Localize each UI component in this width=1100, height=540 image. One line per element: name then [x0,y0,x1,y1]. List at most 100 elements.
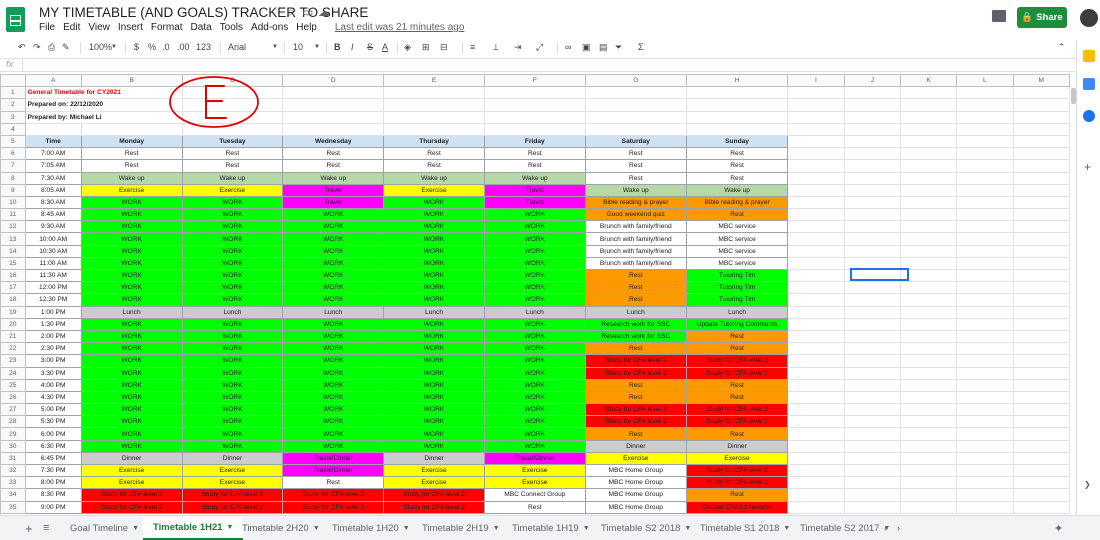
cell[interactable] [787,342,845,356]
timetable-cell[interactable]: WORK [483,220,586,234]
cell[interactable] [1012,305,1070,319]
cell[interactable] [899,244,958,258]
timetable-cell[interactable]: WORK [383,342,485,356]
cell[interactable] [899,293,958,307]
link-icon[interactable]: ∞ [565,42,571,52]
cell[interactable] [843,195,901,210]
timetable-cell[interactable]: Travel [282,183,385,197]
cell[interactable] [956,403,1014,417]
timetable-cell[interactable]: WORK [483,208,586,222]
row-header[interactable]: 26 [0,390,26,405]
cell[interactable] [956,195,1014,210]
cell[interactable] [899,451,958,466]
cell[interactable] [80,122,183,136]
timetable-cell[interactable]: WORK [181,281,284,295]
timetable-cell[interactable]: WORK [282,439,385,453]
timetable-cell[interactable]: WORK [80,293,183,307]
timetable-cell[interactable]: Travel/Dinner [483,451,586,466]
timetable-cell[interactable]: Study for CFA level 2 [80,488,183,502]
timetable-cell[interactable]: Dinner [181,451,284,466]
timetable-cell[interactable]: Wake up [483,171,586,185]
row-header[interactable]: 19 [0,305,26,319]
timetable-cell[interactable]: Rest [483,147,586,161]
timetable-cell[interactable]: WORK [80,378,183,392]
sheet-tab[interactable]: Timetable 1H19 ▼ [502,516,600,540]
timetable-cell[interactable]: Rest [685,342,789,356]
timetable-cell[interactable]: WORK [282,293,385,307]
time-cell[interactable]: 11:00 AM [24,256,82,271]
cell[interactable] [843,220,901,234]
timetable-cell[interactable]: WORK [483,366,586,380]
row-header[interactable]: 11 [0,208,26,222]
cell[interactable] [181,110,284,124]
timetable-cell[interactable]: Rest [181,147,284,161]
cell[interactable] [483,98,586,112]
cell[interactable] [899,463,958,478]
time-cell[interactable]: 8:00 PM [24,476,82,490]
time-cell[interactable]: 7:00 AM [24,147,82,161]
cell[interactable] [843,317,901,331]
cell[interactable] [956,256,1014,271]
timetable-cell[interactable]: Study for CFA level 2 [383,488,485,502]
cell[interactable] [787,256,845,271]
info-cell[interactable]: Prepared on: 22/12/2020 [24,98,183,112]
timetable-cell[interactable]: Wake up [383,171,485,185]
info-cell[interactable]: Prepared by: Michael Li [24,110,183,124]
cell[interactable] [787,171,845,185]
cell[interactable] [843,208,901,222]
cell[interactable] [1012,183,1070,197]
row-header[interactable]: 31 [0,451,26,466]
timetable-cell[interactable]: Lunch [383,305,485,319]
cell[interactable] [787,451,845,466]
cell[interactable] [1012,159,1070,173]
sheet-tab[interactable]: Timetable S1 2018 ▼ [690,516,800,540]
timetable-cell[interactable]: Rest [282,159,385,173]
menu-view[interactable]: View [88,22,110,33]
timetable-cell[interactable]: Exercise [383,183,485,197]
merge-cells-icon[interactable]: ⊟ [440,42,448,53]
timetable-cell[interactable]: Study for CFA level 2 [181,500,284,514]
timetable-cell[interactable]: WORK [282,317,385,331]
time-cell[interactable]: 7:05 AM [24,159,82,173]
cell[interactable] [843,427,901,441]
timetable-cell[interactable]: WORK [383,244,485,258]
chart-icon[interactable]: ▤ [599,42,608,53]
cell[interactable] [787,183,845,197]
cell[interactable] [787,305,845,319]
time-cell[interactable]: 3:00 PM [24,354,82,368]
cell[interactable] [956,488,1014,502]
cell[interactable] [843,147,901,161]
more-formats-button[interactable]: 123 [196,42,211,52]
cell[interactable] [787,159,845,173]
cell[interactable] [1012,244,1070,258]
timetable-cell[interactable]: Update Tutoring Comments [685,317,789,331]
timetable-cell[interactable]: Rest [584,159,687,173]
text-rotate-icon[interactable]: ⤢ [536,42,543,53]
row-header[interactable]: 30 [0,439,26,453]
timetable-cell[interactable]: Lunch [181,305,284,319]
paint-format-icon[interactable]: ✎ [62,42,70,53]
timetable-cell[interactable]: WORK [282,427,385,441]
timetable-cell[interactable]: Rest [685,329,789,344]
timetable-cell[interactable]: WORK [80,390,183,405]
timetable-cell[interactable]: WORK [282,354,385,368]
time-cell[interactable]: 6:30 PM [24,439,82,453]
time-cell[interactable]: 10:00 AM [24,232,82,246]
timetable-cell[interactable]: Rest [584,281,687,295]
timetable-header-cell[interactable]: Time [24,134,82,149]
timetable-cell[interactable]: WORK [282,268,385,283]
comment-icon[interactable] [992,10,1006,22]
timetable-cell[interactable]: WORK [383,366,485,380]
cell[interactable] [787,134,845,149]
chevron-down-icon[interactable]: ▼ [313,525,320,532]
cell[interactable] [843,268,901,283]
time-cell[interactable]: 4:00 PM [24,378,82,392]
cell[interactable] [956,439,1014,453]
cell[interactable] [1012,86,1070,100]
cell[interactable] [1012,122,1070,136]
timetable-cell[interactable]: WORK [483,342,586,356]
cell[interactable] [787,354,845,368]
timetable-cell[interactable]: MBC service [685,232,789,246]
timetable-cell[interactable]: Rest [80,147,183,161]
timetable-cell[interactable]: WORK [383,378,485,392]
